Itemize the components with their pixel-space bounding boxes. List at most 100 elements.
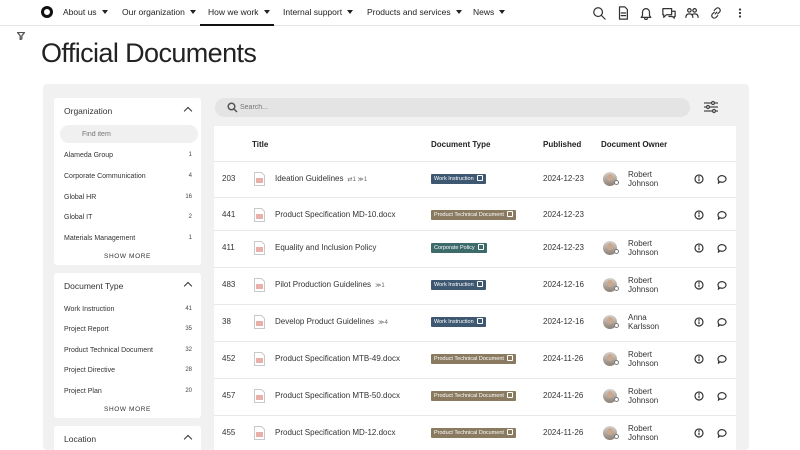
document-type-badge[interactable]: Corporate Policy [431, 243, 487, 253]
chevron-up-icon[interactable] [183, 106, 193, 116]
info-icon[interactable] [694, 354, 704, 364]
facet-item[interactable]: Global IT 2 [64, 214, 192, 226]
external-link-icon [476, 281, 483, 287]
owner-name[interactable]: Robert Johnson [628, 387, 658, 405]
external-link-icon [477, 244, 484, 250]
caret-down-icon [189, 10, 196, 14]
nav-how-we-work[interactable]: How we work [200, 0, 274, 26]
status-dot-icon [614, 434, 619, 439]
comment-icon[interactable] [717, 210, 727, 221]
owner-name[interactable]: Robert Johnson [628, 239, 658, 257]
facet-item[interactable]: Project Report 35 [64, 326, 192, 338]
external-link-icon [476, 175, 483, 181]
logo-icon[interactable] [41, 6, 53, 18]
comment-icon[interactable] [717, 354, 727, 365]
external-link-icon [506, 355, 513, 361]
info-icon[interactable] [694, 317, 704, 327]
published-date: 2024-12-23 [543, 174, 584, 183]
row-id: 203 [222, 174, 236, 183]
row-id: 38 [222, 317, 231, 326]
caret-down-icon [455, 10, 462, 14]
facet-item[interactable]: Work Instruction 41 [64, 306, 192, 318]
facet-item[interactable]: Product Technical Document 32 [64, 347, 192, 359]
column-header-published[interactable]: Published [543, 140, 581, 149]
info-icon[interactable] [694, 280, 704, 290]
document-type-badge[interactable]: Product Technical Document [431, 354, 516, 364]
show-more-button[interactable]: SHOW MORE [54, 253, 201, 260]
nav-internal-support[interactable]: Internal support [283, 0, 354, 26]
nav-news[interactable]: News [473, 0, 506, 26]
facet-item[interactable]: Materials Management 1 [64, 235, 192, 247]
relation-count: ≫1 [375, 283, 385, 289]
relation-count: ≫4 [378, 320, 388, 326]
facet-location: Location [54, 426, 201, 450]
facet-item[interactable]: Global HR 16 [64, 194, 192, 206]
column-header-document-owner[interactable]: Document Owner [601, 140, 667, 149]
nav-about-us[interactable]: About us [63, 0, 108, 26]
external-link-icon [506, 429, 513, 435]
page-title: Official Documents [41, 38, 257, 68]
facet-filter-input[interactable] [60, 125, 198, 143]
owner-name[interactable]: Robert Johnson [628, 350, 658, 368]
document-type-badge[interactable]: Work Instruction [431, 174, 486, 184]
comment-icon[interactable] [717, 174, 727, 185]
document-title-link[interactable]: Develop Product Guidelines ≫4 [275, 317, 388, 326]
document-type-badge[interactable]: Work Instruction [431, 317, 486, 327]
document-type-badge[interactable]: Product Technical Document [431, 428, 516, 438]
owner-name[interactable]: Robert Johnson [628, 424, 658, 442]
owner-name[interactable]: Robert Johnson [628, 276, 658, 294]
document-type-badge[interactable]: Product Technical Document [431, 391, 516, 401]
owner-name[interactable]: Robert Johnson [628, 170, 658, 188]
bell-icon[interactable] [638, 5, 654, 21]
caret-down-icon [347, 10, 354, 14]
search-input[interactable] [240, 100, 670, 115]
chat-icon[interactable] [661, 5, 677, 21]
document-title-link[interactable]: Product Specification MTB-50.docx [275, 391, 400, 400]
published-date: 2024-12-16 [543, 317, 584, 326]
comment-icon[interactable] [717, 317, 727, 328]
link-icon[interactable] [708, 5, 724, 21]
people-icon[interactable] [684, 5, 700, 21]
comment-icon[interactable] [717, 243, 727, 254]
filter-settings-icon[interactable] [703, 99, 721, 115]
word-document-icon [254, 208, 265, 222]
comment-icon[interactable] [717, 280, 727, 291]
status-dot-icon [614, 180, 619, 185]
info-icon[interactable] [694, 243, 704, 253]
relation-count: ⇄1 ≫1 [347, 177, 368, 183]
word-document-icon [254, 315, 265, 329]
facet-heading: Document Type [64, 281, 124, 291]
facet-item[interactable]: Corporate Communication 4 [64, 173, 192, 185]
info-icon[interactable] [694, 174, 704, 184]
status-dot-icon [614, 360, 619, 365]
document-title-link[interactable]: Product Specification MD-12.docx [275, 428, 396, 437]
facet-item[interactable]: Alameda Group 1 [64, 152, 192, 164]
document-title-link[interactable]: Equality and Inclusion Policy [275, 243, 376, 252]
document-icon[interactable] [615, 5, 631, 21]
show-more-button[interactable]: SHOW MORE [54, 406, 201, 413]
comment-icon[interactable] [717, 391, 727, 402]
facet-item[interactable]: Project Directive 28 [64, 367, 192, 379]
nav-our-organization[interactable]: Our organization [122, 0, 196, 26]
more-vertical-icon[interactable] [732, 5, 748, 21]
document-title-link[interactable]: Ideation Guidelines ⇄1 ≫1 [275, 174, 367, 183]
column-header-document-type[interactable]: Document Type [431, 140, 490, 149]
document-title-link[interactable]: Product Specification MTB-49.docx [275, 354, 400, 363]
search-icon[interactable] [591, 5, 607, 21]
document-title-link[interactable]: Pilot Production Guidelines ≫1 [275, 280, 385, 289]
facet-item[interactable]: Project Plan 20 [64, 388, 192, 400]
document-title-link[interactable]: Product Specification MD-10.docx [275, 210, 396, 219]
document-type-badge[interactable]: Work Instruction [431, 280, 486, 290]
info-icon[interactable] [694, 391, 704, 401]
column-header-title[interactable]: Title [252, 140, 268, 149]
document-type-badge[interactable]: Product Technical Document [431, 210, 516, 220]
nav-products-and-services[interactable]: Products and services [367, 0, 462, 26]
row-id: 411 [222, 243, 235, 252]
status-dot-icon [614, 286, 619, 291]
info-icon[interactable] [694, 210, 704, 220]
chevron-up-icon[interactable] [183, 434, 193, 444]
info-icon[interactable] [694, 428, 704, 438]
comment-icon[interactable] [717, 428, 727, 439]
chevron-up-icon[interactable] [183, 281, 193, 291]
owner-name[interactable]: Anna Karlsson [628, 313, 659, 331]
